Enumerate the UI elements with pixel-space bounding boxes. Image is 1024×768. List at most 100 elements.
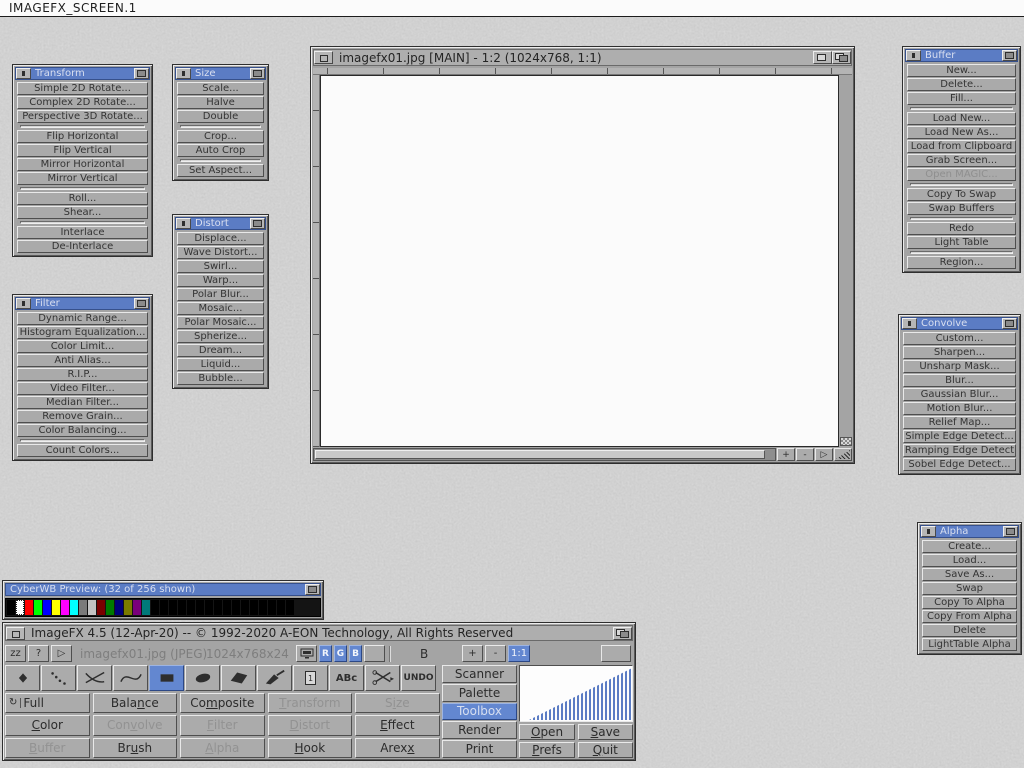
panel-button[interactable]: Scale... xyxy=(177,82,264,95)
palette-swatch[interactable] xyxy=(43,600,51,615)
panel-button[interactable]: Simple Edge Detect... xyxy=(903,430,1016,443)
panel-button[interactable]: Load from Clipboard xyxy=(907,140,1016,153)
line-tool-button[interactable] xyxy=(77,665,112,691)
panel-button[interactable]: Halve xyxy=(177,96,264,109)
pattern-button[interactable] xyxy=(601,645,631,662)
panel-button[interactable]: Auto Crop xyxy=(177,144,264,157)
panel-button[interactable]: Displace... xyxy=(177,232,264,245)
panel-button[interactable]: Double xyxy=(177,110,264,123)
panel-button[interactable]: Histogram Equalization... xyxy=(17,326,148,339)
depth-gadget-icon[interactable] xyxy=(1003,526,1018,537)
panel-button[interactable]: Copy To Alpha xyxy=(922,596,1017,609)
palette-swatch[interactable] xyxy=(7,600,15,615)
view-zoom-out-button[interactable]: - xyxy=(485,645,506,662)
action-button[interactable]: Open xyxy=(519,724,574,740)
scrollbar-knob[interactable] xyxy=(315,450,765,459)
panel-button[interactable]: Warp... xyxy=(177,274,264,287)
panel-button[interactable]: Open MAGIC... xyxy=(907,168,1016,181)
palette-swatch[interactable] xyxy=(196,600,204,615)
command-button[interactable]: Arexx xyxy=(355,738,440,758)
close-gadget-icon[interactable] xyxy=(902,318,917,329)
command-button[interactable]: Effect xyxy=(355,715,440,735)
panel-button[interactable]: Count Colors... xyxy=(17,444,148,457)
oval-tool-button[interactable] xyxy=(185,665,220,691)
palette-swatch[interactable] xyxy=(16,600,24,615)
channel-r-button[interactable]: R xyxy=(319,645,332,662)
command-button[interactable]: Convolve xyxy=(93,715,178,735)
channel-b-button[interactable]: B xyxy=(349,645,362,662)
alpha-titlebar[interactable]: Alpha xyxy=(920,525,1019,538)
command-button[interactable]: ↻Full xyxy=(5,693,90,713)
panel-button[interactable]: Light Table xyxy=(907,236,1016,249)
palette-gadget-icon[interactable] xyxy=(840,437,852,446)
depth-gadget-icon[interactable] xyxy=(832,51,851,64)
palette-swatch[interactable] xyxy=(286,600,294,615)
palette-swatch[interactable] xyxy=(259,600,267,615)
panel-button[interactable]: New... xyxy=(907,64,1016,77)
pan-gadget[interactable]: ▷ xyxy=(815,448,833,461)
palette-swatch[interactable] xyxy=(88,600,96,615)
panel-button[interactable]: Ramping Edge Detect xyxy=(903,444,1016,457)
image-canvas[interactable] xyxy=(320,75,839,447)
close-gadget-icon[interactable] xyxy=(314,51,333,64)
palette-swatch[interactable] xyxy=(25,600,33,615)
image-window-titlebar[interactable]: imagefx01.jpg [MAIN] - 1:2 (1024x768, 1:… xyxy=(313,49,852,66)
depth-gadget-icon[interactable] xyxy=(250,68,265,79)
panel-button[interactable]: Blur... xyxy=(903,374,1016,387)
panel-button[interactable]: Delete xyxy=(922,624,1017,637)
panel-button[interactable]: Polar Blur... xyxy=(177,288,264,301)
panel-button[interactable]: Copy From Alpha xyxy=(922,610,1017,623)
action-button[interactable]: Quit xyxy=(578,742,633,758)
palette-swatch[interactable] xyxy=(34,600,42,615)
alpha-channel-button[interactable] xyxy=(364,645,385,662)
palette-swatch[interactable] xyxy=(70,600,78,615)
panel-button[interactable]: Spherize... xyxy=(177,330,264,343)
panel-button[interactable]: Load New... xyxy=(907,112,1016,125)
panel-button[interactable]: Create... xyxy=(922,540,1017,553)
panel-button[interactable]: Flip Horizontal xyxy=(17,130,148,143)
panel-button[interactable]: Wave Distort... xyxy=(177,246,264,259)
panel-button[interactable]: Dynamic Range... xyxy=(17,312,148,325)
distort-titlebar[interactable]: Distort xyxy=(175,217,266,230)
screen-mode-button[interactable] xyxy=(296,645,317,662)
curve-tool-button[interactable] xyxy=(113,665,148,691)
palette-swatch[interactable] xyxy=(52,600,60,615)
command-button[interactable]: Transform xyxy=(268,693,353,713)
command-button[interactable]: Color xyxy=(5,715,90,735)
panel-button[interactable]: Color Balancing... xyxy=(17,424,148,437)
panel-button[interactable]: Flip Vertical xyxy=(17,144,148,157)
panel-button[interactable]: Mosaic... xyxy=(177,302,264,315)
screen-titlebar[interactable]: IMAGEFX_SCREEN.1 xyxy=(0,0,1024,17)
iconify-button[interactable]: zz xyxy=(5,645,26,662)
command-button[interactable]: Buffer xyxy=(5,738,90,758)
panel-button[interactable]: Video Filter... xyxy=(17,382,148,395)
depth-gadget-icon[interactable] xyxy=(134,68,149,79)
polygon-tool-button[interactable] xyxy=(221,665,256,691)
panel-button[interactable]: Copy To Swap xyxy=(907,188,1016,201)
panel-button[interactable]: De-Interlace xyxy=(17,240,148,253)
close-gadget-icon[interactable] xyxy=(6,627,25,640)
palette-swatch[interactable] xyxy=(160,600,168,615)
view-zoom-in-button[interactable]: + xyxy=(462,645,483,662)
panel-button[interactable]: Fill... xyxy=(907,92,1016,105)
command-button[interactable]: Distort xyxy=(268,715,353,735)
panel-button[interactable]: Load... xyxy=(922,554,1017,567)
panel-button[interactable]: Remove Grain... xyxy=(17,410,148,423)
command-button[interactable]: Hook xyxy=(268,738,353,758)
mode-button[interactable]: Palette xyxy=(442,684,518,702)
panel-button[interactable]: Redo xyxy=(907,222,1016,235)
panel-button[interactable]: Mirror Vertical xyxy=(17,172,148,185)
palette-swatch[interactable] xyxy=(277,600,285,615)
depth-gadget-icon[interactable] xyxy=(1002,318,1017,329)
panel-button[interactable]: Median Filter... xyxy=(17,396,148,409)
close-gadget-icon[interactable] xyxy=(906,50,921,61)
toolbar-titlebar[interactable]: ImageFX 4.5 (12-Apr-20) -- © 1992-2020 A… xyxy=(5,625,633,641)
palette-swatch[interactable] xyxy=(241,600,249,615)
panel-button[interactable]: Crop... xyxy=(177,130,264,143)
panel-button[interactable]: Shear... xyxy=(17,206,148,219)
panel-button[interactable]: Simple 2D Rotate... xyxy=(17,82,148,95)
panel-button[interactable]: Polar Mosaic... xyxy=(177,316,264,329)
depth-gadget-icon[interactable] xyxy=(613,627,632,640)
close-gadget-icon[interactable] xyxy=(16,298,31,309)
panel-button[interactable]: Grab Screen... xyxy=(907,154,1016,167)
